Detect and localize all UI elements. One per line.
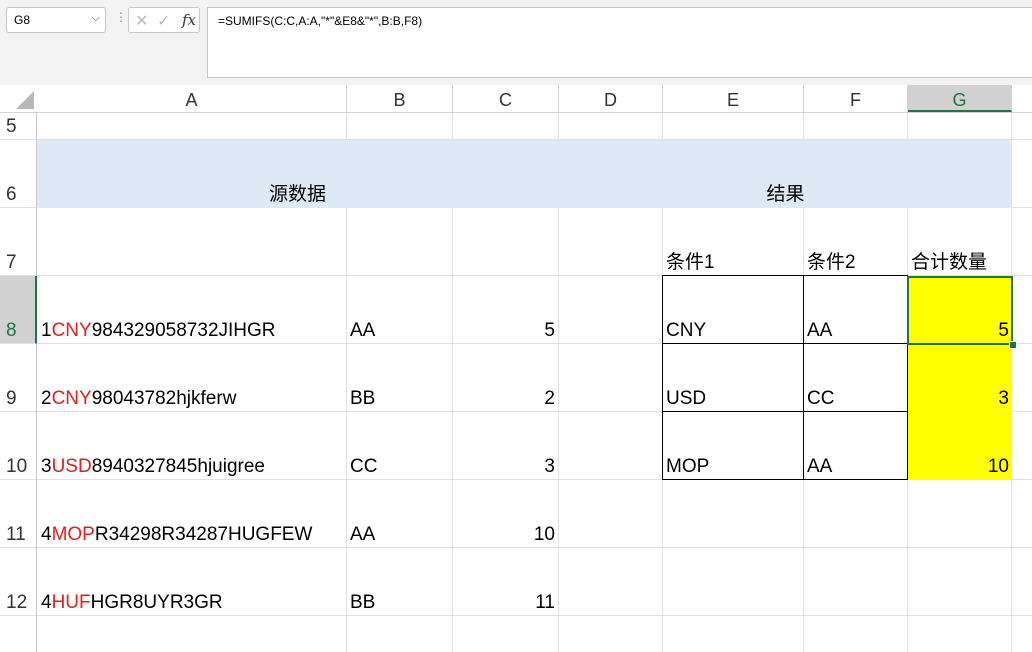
fill-handle[interactable] <box>1009 341 1017 349</box>
result-e8[interactable]: CNY <box>662 276 803 344</box>
result-g9[interactable]: 3 <box>907 344 1012 412</box>
close-icon[interactable]: ✕ <box>135 11 148 31</box>
column-header-b[interactable]: B <box>347 85 453 112</box>
formula-toolbar: G8 ⌵ ⋮ ✕ ✓ fx =SUMIFS(C:C,A:A,"*"&E8&"*"… <box>0 0 1032 85</box>
code-suffix: 8940327845hjuigree <box>91 456 265 477</box>
name-box-value: G8 <box>14 13 31 27</box>
chevron-down-icon[interactable]: ⌵ <box>92 12 100 25</box>
formula-buttons: ✕ ✓ fx <box>128 7 200 33</box>
source-b10[interactable]: CC <box>346 412 452 480</box>
currency-code: CNY <box>51 320 92 341</box>
source-a9[interactable]: 2 CNY 98043782hjkferw <box>37 344 346 412</box>
row-header-10[interactable]: 10 <box>0 412 37 480</box>
result-f8[interactable]: AA <box>803 276 907 344</box>
result-f10[interactable]: AA <box>803 412 907 480</box>
source-b9[interactable]: BB <box>346 344 452 412</box>
condition1-header[interactable]: 条件1 <box>662 208 803 276</box>
source-b11[interactable]: AA <box>346 480 452 548</box>
row-header-5[interactable]: 5 <box>0 113 37 140</box>
currency-code: HUF <box>51 592 91 613</box>
insert-function-icon[interactable]: fx <box>182 11 196 29</box>
row-header-13[interactable] <box>0 616 37 652</box>
row-header-6[interactable]: 6 <box>0 140 37 208</box>
active-cell-border <box>907 276 1013 345</box>
source-a8[interactable]: 1 CNY 984329058732JIHGR <box>37 276 346 344</box>
result-e9[interactable]: USD <box>662 344 803 412</box>
cell-border <box>662 275 907 276</box>
code-prefix: 3 <box>41 456 52 477</box>
currency-code: CNY <box>51 388 92 409</box>
row-header-7[interactable]: 7 <box>0 208 37 276</box>
code-suffix: R34298R34287HUGFEW <box>94 524 313 545</box>
code-prefix: 1 <box>41 320 52 341</box>
column-header-g[interactable]: G <box>908 85 1012 112</box>
currency-code: USD <box>51 456 92 477</box>
source-c8[interactable]: 5 <box>452 276 558 344</box>
source-b8[interactable]: AA <box>346 276 452 344</box>
source-a10[interactable]: 3 USD 8940327845hjuigree <box>37 412 346 480</box>
result-f9[interactable]: CC <box>803 344 907 412</box>
result-g10[interactable]: 10 <box>907 412 1012 480</box>
source-a11[interactable]: 4 MOP R34298R34287HUGFEW <box>37 480 346 548</box>
result-title[interactable]: 结果 <box>559 140 1012 208</box>
total-quantity-header[interactable]: 合计数量 <box>907 208 1011 276</box>
cell-border <box>662 411 907 412</box>
cell-border <box>803 275 804 480</box>
source-data-title[interactable]: 源数据 <box>37 140 558 208</box>
cell-border <box>662 343 907 344</box>
source-c12[interactable]: 11 <box>452 548 558 616</box>
row-header-12[interactable]: 12 <box>0 548 37 616</box>
formula-text: =SUMIFS(C:C,A:A,"*"&E8&"*",B:B,F8) <box>218 14 423 28</box>
formula-input[interactable]: =SUMIFS(C:C,A:A,"*"&E8&"*",B:B,F8) <box>207 7 1032 78</box>
currency-code: MOP <box>51 524 95 545</box>
code-prefix: 4 <box>41 592 52 613</box>
source-b12[interactable]: BB <box>346 548 452 616</box>
code-suffix: 984329058732JIHGR <box>91 320 276 341</box>
condition2-header[interactable]: 条件2 <box>803 208 907 276</box>
select-all-button[interactable] <box>0 85 37 112</box>
code-suffix: 98043782hjkferw <box>91 388 237 409</box>
cell-border <box>662 479 907 480</box>
name-box[interactable]: G8 ⌵ <box>6 7 106 33</box>
column-header-c[interactable]: C <box>453 85 559 112</box>
row-header-8[interactable]: 8 <box>0 276 37 344</box>
row-header-9[interactable]: 9 <box>0 344 37 412</box>
code-prefix: 4 <box>41 524 52 545</box>
check-icon[interactable]: ✓ <box>157 11 170 31</box>
result-e10[interactable]: MOP <box>662 412 803 480</box>
column-header-a[interactable]: A <box>37 85 347 112</box>
column-header-d[interactable]: D <box>559 85 663 112</box>
row-header-11[interactable]: 11 <box>0 480 37 548</box>
column-headers: A B C D E F G <box>0 85 1032 113</box>
source-c11[interactable]: 10 <box>452 480 558 548</box>
more-options-icon[interactable]: ⋮ <box>115 10 127 24</box>
code-suffix: HGR8UYR3GR <box>90 592 223 613</box>
source-c10[interactable]: 3 <box>452 412 558 480</box>
source-c9[interactable]: 2 <box>452 344 558 412</box>
column-header-f[interactable]: F <box>804 85 908 112</box>
code-prefix: 2 <box>41 388 52 409</box>
cell-border <box>662 275 663 480</box>
column-header-e[interactable]: E <box>663 85 804 112</box>
source-a12[interactable]: 4 HUF HGR8UYR3GR <box>37 548 346 616</box>
